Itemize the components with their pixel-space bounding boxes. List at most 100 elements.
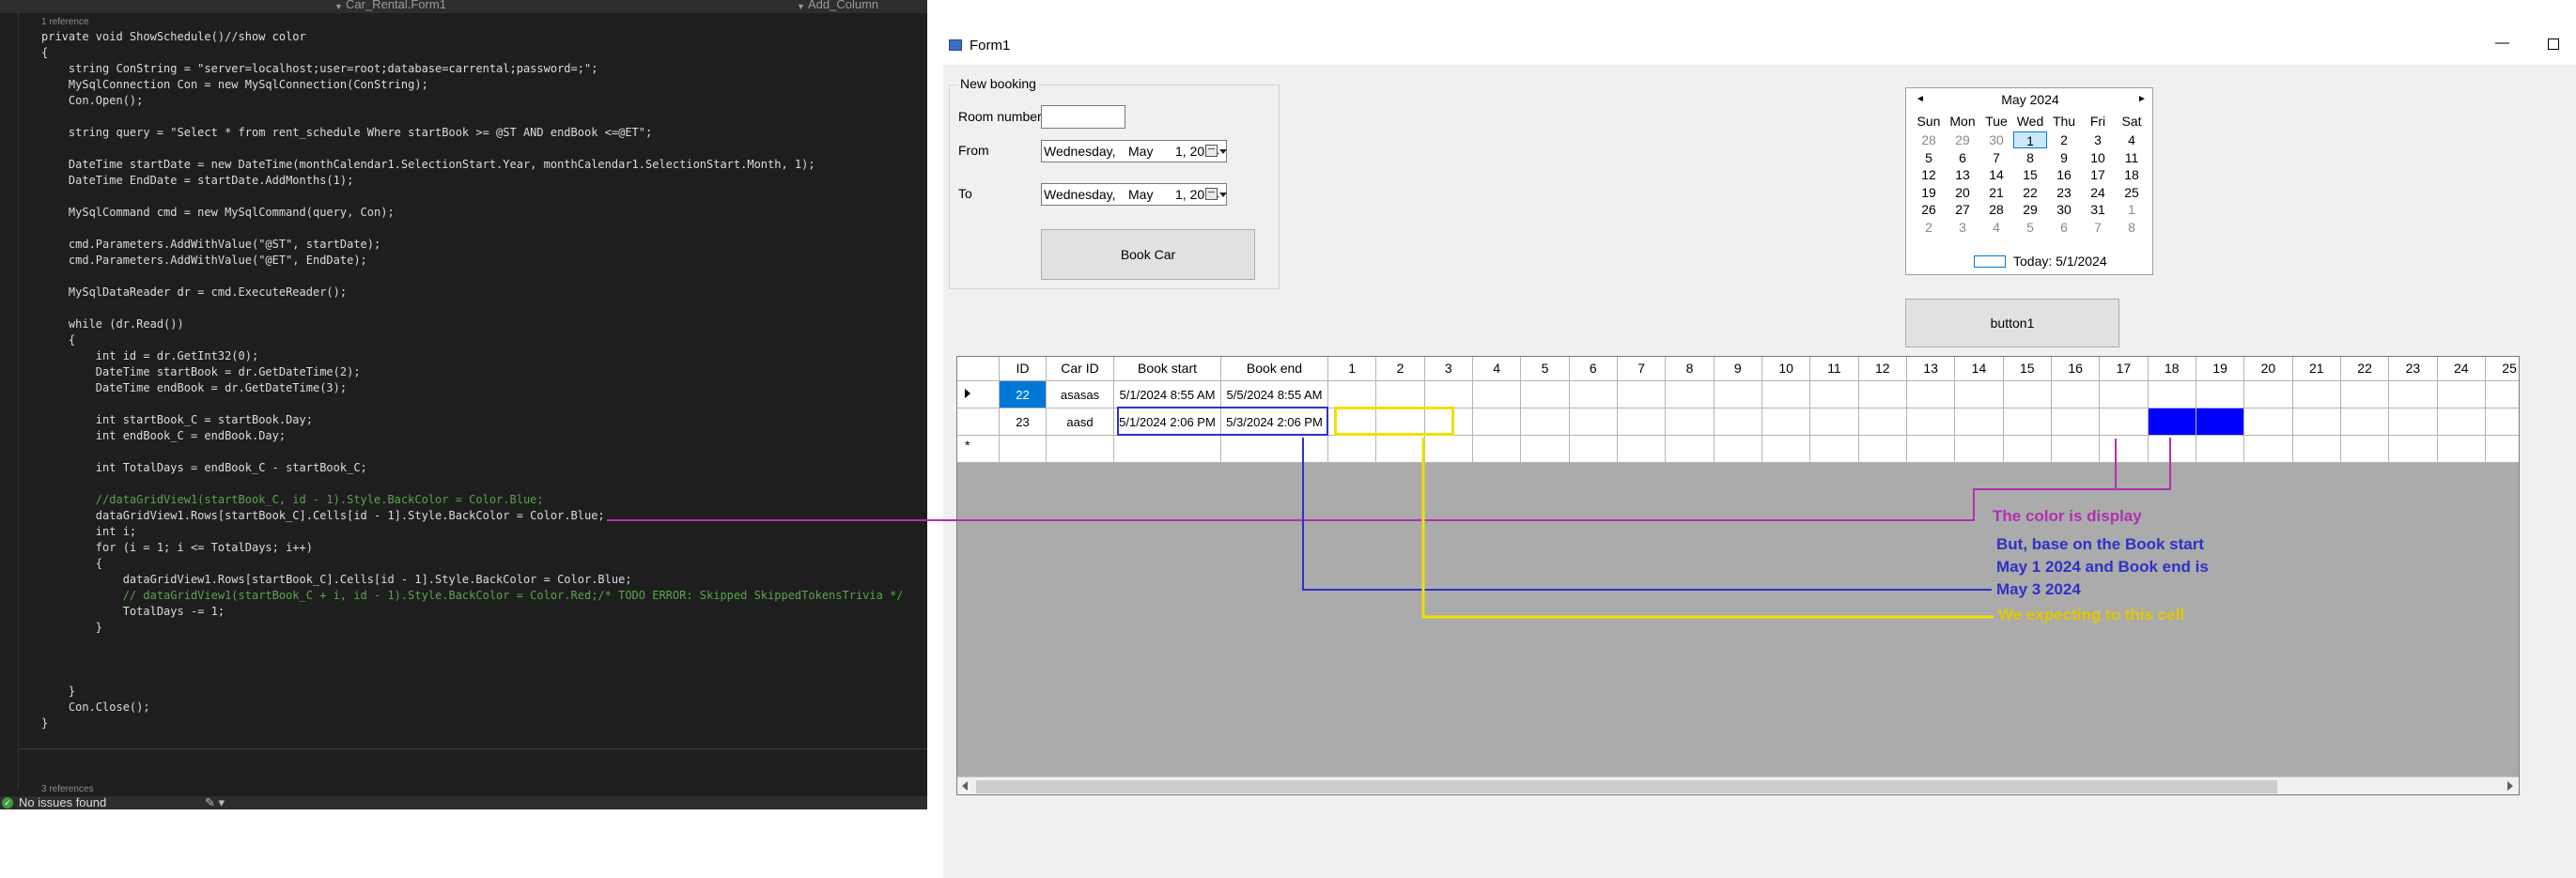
grid-cell[interactable]: aasd [1047,408,1114,436]
code-line[interactable]: } [41,716,48,732]
grid-day-cell[interactable] [2485,408,2519,436]
data-grid-view[interactable]: ID Car ID Book start Book end 1 2 3 4 5 6 7 8 9 10 11 1… [956,356,2520,795]
calendar-day[interactable]: 18 [2115,166,2149,183]
grid-day-cell[interactable] [1569,408,1618,436]
row-header[interactable] [957,381,1000,408]
grid-new-row-cell[interactable] [2196,436,2245,463]
calendar-day[interactable]: 20 [1946,184,1979,201]
calendar-day[interactable]: 13 [1946,166,1979,183]
column-header[interactable]: 16 [2051,357,2101,381]
grid-new-row-cell[interactable] [1000,436,1047,463]
code-line[interactable]: } [41,684,75,700]
grid-day-cell[interactable] [2244,408,2293,436]
code-line[interactable]: DateTime startDate = new DateTime(monthC… [41,157,815,173]
code-line[interactable]: string ConString = "server=localhost;use… [41,61,598,77]
calendar-day[interactable]: 17 [2081,166,2115,183]
book-car-button[interactable]: Book Car [1041,229,1255,280]
code-line[interactable]: dataGridView1.Rows[startBook_C].Cells[id… [41,508,605,524]
calendar-day[interactable]: 2 [2047,131,2081,148]
calendar-icon[interactable] [1205,188,1218,200]
code-line[interactable]: for (i = 1; i <= TotalDays; i++) [41,540,313,556]
code-line[interactable]: { [41,332,75,348]
minimize-button[interactable]: — [2495,35,2509,51]
dropdown-arrow-icon[interactable] [1219,149,1227,154]
calendar-day[interactable]: 8 [2115,219,2149,236]
code-line[interactable]: MySqlConnection Con = new MySqlConnectio… [41,77,428,93]
column-header[interactable]: ID [1000,357,1047,381]
grid-day-cell[interactable] [2485,381,2519,408]
grid-day-cell[interactable] [1472,408,1522,436]
grid-cell[interactable]: 5/5/2024 8:55 AM [1221,381,1328,408]
column-header[interactable]: 19 [2196,357,2245,381]
grid-day-cell[interactable] [1858,381,1907,408]
grid-new-row-cell[interactable] [1666,436,1715,463]
calendar-day[interactable]: 22 [2013,184,2047,201]
code-line[interactable]: TotalDays -= 1; [41,604,225,620]
grid-day-cell[interactable] [1714,381,1762,408]
calendar-icon[interactable] [1205,145,1218,157]
code-line[interactable]: DateTime startBook = dr.GetDateTime(2); [41,364,361,380]
grid-day-cell[interactable] [2051,408,2101,436]
today-link[interactable]: Today: 5/1/2024 [2013,254,2107,269]
grid-day-cell[interactable] [2148,408,2196,436]
grid-new-row-cell[interactable] [2003,436,2052,463]
column-header[interactable]: 10 [1761,357,1811,381]
grid-day-cell[interactable] [1761,408,1811,436]
calendar-day[interactable]: 3 [2081,131,2115,148]
dropdown-arrow-icon[interactable]: ▼ [334,0,343,13]
grid-cell[interactable]: 5/3/2024 2:06 PM [1221,408,1328,436]
brush-icon[interactable]: ✎ ▾ [205,796,225,809]
grid-cell[interactable]: 5/1/2024 2:06 PM [1114,408,1221,436]
grid-new-row-cell[interactable] [2340,436,2390,463]
code-line[interactable]: cmd.Parameters.AddWithValue("@ET", EndDa… [41,253,367,269]
dropdown-arrow-icon[interactable]: ▼ [797,0,805,13]
code-line[interactable]: MySqlCommand cmd = new MySqlCommand(quer… [41,205,395,221]
code-line[interactable]: cmd.Parameters.AddWithValue("@ST", start… [41,237,380,253]
grid-day-cell[interactable] [2003,408,2052,436]
grid-day-cell[interactable] [1328,408,1377,436]
calendar-day[interactable]: 10 [2081,149,2115,166]
calendar-day[interactable]: 31 [2081,201,2115,218]
calendar-day[interactable]: 1 [2115,201,2149,218]
grid-new-row-cell[interactable] [1714,436,1762,463]
grid-new-row-cell[interactable] [1810,436,1859,463]
member-dropdown[interactable]: Add_Column [808,0,878,11]
grid-day-cell[interactable] [2196,408,2245,436]
calendar-day[interactable]: 30 [2047,201,2081,218]
calendar-day[interactable]: 4 [2115,131,2149,148]
grid-day-cell[interactable] [1569,381,1618,408]
column-header[interactable]: 4 [1472,357,1522,381]
grid-new-row-cell[interactable] [2244,436,2293,463]
grid-new-row-cell[interactable] [2148,436,2196,463]
grid-day-cell[interactable] [2292,408,2341,436]
grid-new-row-cell[interactable] [1047,436,1114,463]
reference-count[interactable]: 1 reference [41,14,89,30]
calendar-day[interactable]: 6 [1946,149,1979,166]
grid-day-cell[interactable] [1424,381,1473,408]
scroll-right-arrow-icon[interactable] [2507,781,2513,791]
calendar-day[interactable]: 9 [2047,149,2081,166]
code-line[interactable]: while (dr.Read()) [41,316,184,332]
calendar-day[interactable]: 6 [2047,219,2081,236]
grid-day-cell[interactable] [1521,381,1570,408]
grid-day-cell[interactable] [2389,381,2438,408]
grid-corner-header[interactable] [957,357,1000,381]
calendar-day[interactable]: 14 [1979,166,2013,183]
room-number-input[interactable] [1041,105,1125,129]
to-date-picker[interactable]: Wednesday, May 1, 2024 [1041,183,1227,206]
calendar-day[interactable]: 5 [1912,149,1946,166]
code-line[interactable]: int startBook_C = startBook.Day; [41,412,313,428]
grid-new-row-cell[interactable] [2292,436,2341,463]
calendar-day[interactable]: 8 [2013,149,2047,166]
column-header[interactable]: 1 [1328,357,1377,381]
calendar-day[interactable]: 16 [2047,166,2081,183]
column-header[interactable]: 22 [2340,357,2390,381]
grid-new-row-cell[interactable] [1906,436,1956,463]
grid-day-cell[interactable] [1328,381,1377,408]
calendar-day[interactable]: 24 [2081,184,2115,201]
calendar-day[interactable]: 28 [1979,201,2013,218]
column-header[interactable]: 8 [1666,357,1715,381]
grid-new-row-cell[interactable] [2485,436,2519,463]
scroll-left-arrow-icon[interactable] [962,781,968,791]
code-line[interactable]: dataGridView1.Rows[startBook_C].Cells[id… [41,572,632,588]
